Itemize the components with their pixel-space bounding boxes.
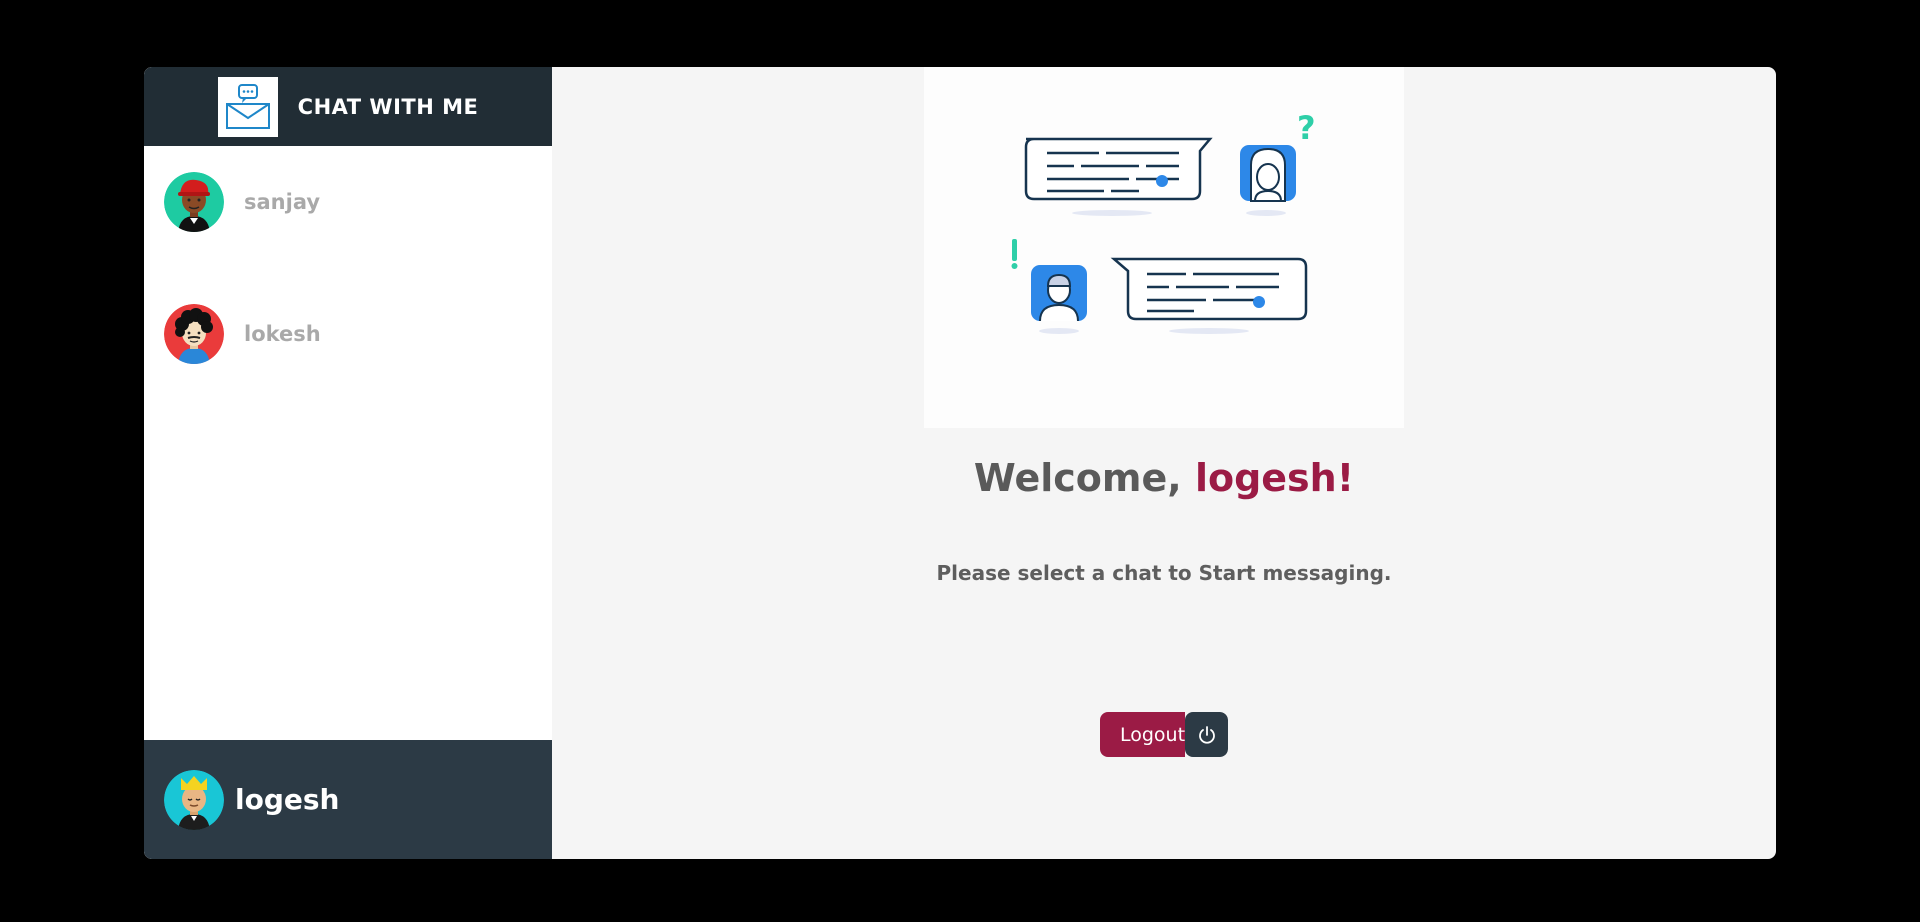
svg-text:?: ? (1297, 109, 1316, 147)
app-title: CHAT WITH ME (297, 94, 479, 119)
contact-list: sanjay lokesh (144, 146, 552, 740)
avatar-curly-hair-icon (164, 304, 224, 364)
sidebar-header: CHAT WITH ME (144, 67, 552, 146)
contact-item-lokesh[interactable]: lokesh (144, 304, 552, 364)
welcome-user: logesh! (1194, 456, 1355, 500)
welcome-heading: Welcome, logesh! (552, 456, 1776, 500)
app-window: CHAT WITH ME sanjay lokesh logesh ? Welc… (144, 67, 1776, 859)
power-icon (1185, 712, 1228, 757)
current-user-name: logesh (235, 783, 340, 816)
avatar-red-cap-icon (164, 172, 224, 232)
logout-button[interactable]: Logout (1100, 712, 1228, 757)
contact-name: lokesh (244, 322, 321, 346)
welcome-prefix: Welcome, (973, 456, 1195, 500)
app-logo (217, 76, 278, 137)
contact-item-sanjay[interactable]: sanjay (144, 172, 552, 232)
envelope-chat-icon (225, 83, 270, 129)
select-chat-prompt: Please select a chat to Start messaging. (936, 561, 1392, 585)
contact-name: sanjay (244, 190, 321, 214)
current-user-panel: logesh (144, 740, 552, 859)
sidebar: CHAT WITH ME sanjay lokesh logesh (144, 67, 552, 859)
avatar-crown-icon (164, 769, 224, 830)
logout-label: Logout (1100, 712, 1186, 757)
main-panel: ? Welcome, logesh! Please select a chat … (552, 67, 1776, 859)
chat-illustration: ? (924, 67, 1404, 428)
